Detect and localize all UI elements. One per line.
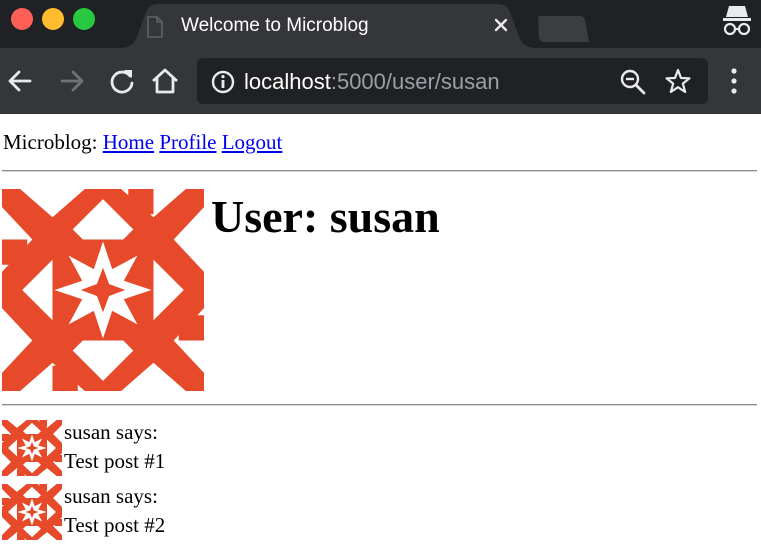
url-text[interactable]: localhost:5000/user/susan <box>244 69 500 95</box>
browser-toolbar: localhost:5000/user/susan <box>0 48 761 114</box>
post-author: susan says: <box>64 420 158 444</box>
incognito-icon <box>722 4 752 43</box>
window-minimize-button[interactable] <box>42 8 64 30</box>
post-author: susan says: <box>64 484 158 508</box>
url-host: localhost <box>244 69 331 94</box>
bookmark-star-icon[interactable] <box>665 68 691 99</box>
post-avatar <box>2 484 62 540</box>
back-arrow-icon[interactable] <box>6 67 34 95</box>
info-icon[interactable] <box>211 70 235 99</box>
browser-titlebar: Welcome to Microblog <box>0 0 761 48</box>
post-body: Test post #2 <box>64 513 166 537</box>
post-item: susan says: Test post #2 <box>2 484 702 542</box>
tab-close-icon[interactable] <box>490 14 512 36</box>
nav-link-profile[interactable]: Profile <box>159 130 216 154</box>
user-avatar <box>2 189 204 391</box>
nav-link-logout[interactable]: Logout <box>222 130 283 154</box>
site-label: Microblog: <box>3 130 98 154</box>
new-tab-button[interactable] <box>530 14 590 49</box>
browser-tab-active[interactable]: Welcome to Microblog <box>118 4 538 48</box>
page-title: User: susan <box>211 191 440 242</box>
address-bar[interactable]: localhost:5000/user/susan <box>197 58 708 104</box>
zoom-out-icon[interactable] <box>620 69 646 100</box>
home-icon[interactable] <box>150 67 178 95</box>
post-item: susan says: Test post #1 <box>2 420 702 478</box>
kebab-menu-icon[interactable] <box>729 67 739 100</box>
site-nav: Microblog: Home Profile Logout <box>3 130 282 155</box>
window-maximize-button[interactable] <box>73 8 95 30</box>
post-avatar <box>2 420 62 476</box>
nav-link-home[interactable]: Home <box>103 130 154 154</box>
tab-title: Welcome to Microblog <box>181 15 369 36</box>
divider-top <box>2 170 757 172</box>
window-close-button[interactable] <box>11 8 33 30</box>
post-body: Test post #1 <box>64 449 166 473</box>
reload-icon[interactable] <box>108 67 136 95</box>
url-path: :5000/user/susan <box>330 69 500 94</box>
page-viewport: Microblog: Home Profile Logout User: sus… <box>0 114 761 550</box>
divider-bottom <box>2 404 757 406</box>
forward-arrow-icon[interactable] <box>58 67 86 95</box>
